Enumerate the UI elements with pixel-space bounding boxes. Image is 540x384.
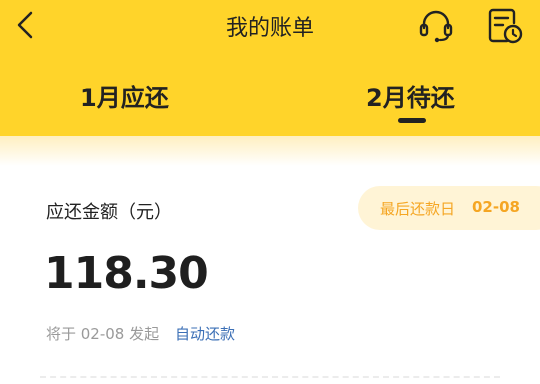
amount-value: 118.30 xyxy=(44,248,209,299)
auto-repay-link[interactable]: 自动还款 xyxy=(175,323,235,344)
due-date-value: 02-08 xyxy=(472,198,520,216)
bill-clock-icon xyxy=(488,8,523,44)
tab-february[interactable]: 2月待还 xyxy=(366,78,455,113)
active-tab-indicator xyxy=(398,118,426,123)
amount-label: 应还金额（元） xyxy=(46,202,172,223)
top-bar: 我的账单 xyxy=(0,0,540,50)
customer-service-button[interactable] xyxy=(418,8,454,44)
headset-icon xyxy=(419,10,453,43)
tab-january[interactable]: 1月应还 xyxy=(80,78,169,113)
repayment-note: 将于 02-08 发起 xyxy=(46,325,160,343)
dashed-divider xyxy=(40,376,500,378)
due-date-label: 最后还款日 xyxy=(380,200,456,218)
page-title: 我的账单 xyxy=(225,16,314,41)
bill-record-button[interactable] xyxy=(487,7,523,45)
card-top-fade xyxy=(0,136,540,166)
